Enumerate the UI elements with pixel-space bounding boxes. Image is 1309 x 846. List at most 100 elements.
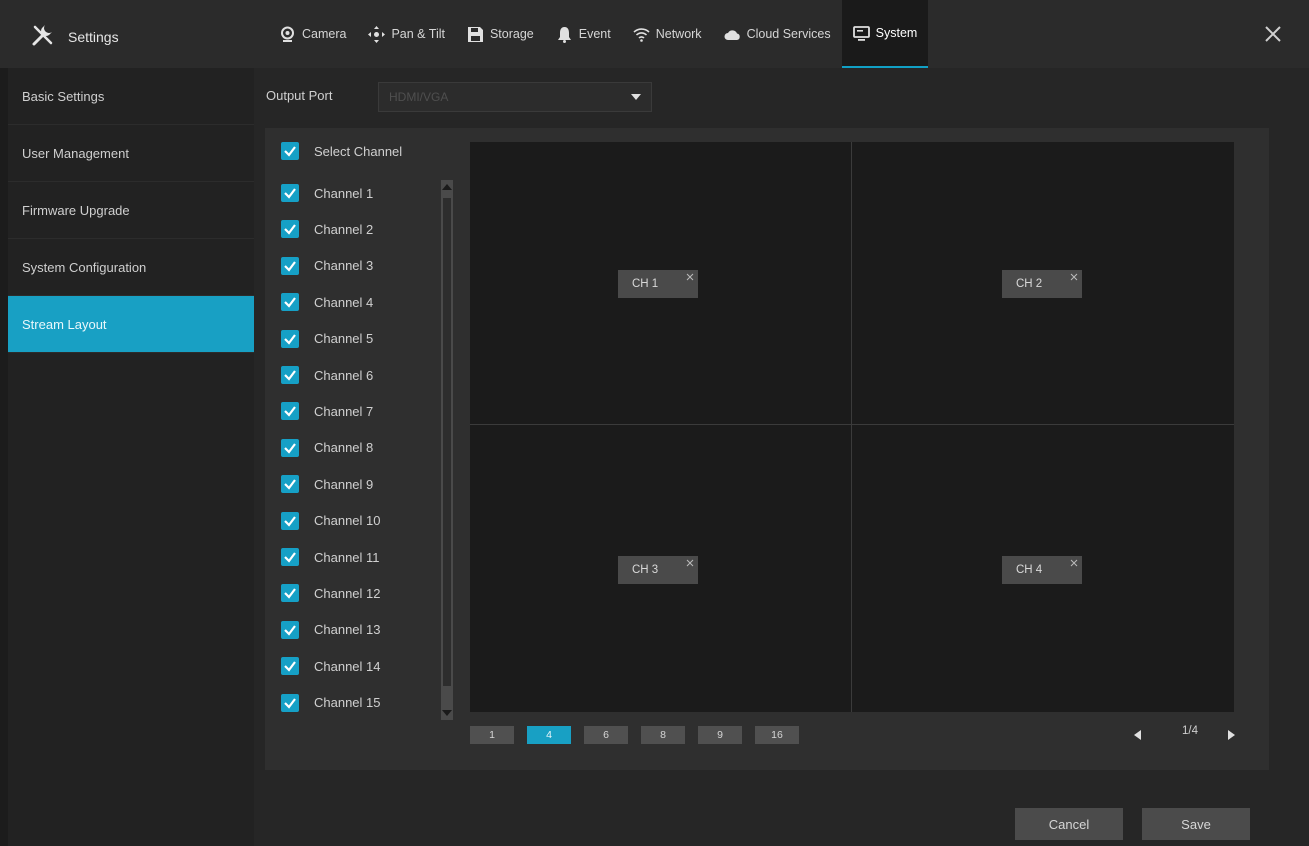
scrollbar-thumb[interactable] (443, 198, 451, 686)
channel-checkbox-row[interactable]: Channel 7 (281, 402, 373, 421)
layout-button[interactable]: 8 (641, 726, 685, 744)
close-icon[interactable] (686, 559, 694, 567)
channel-label: Channel 6 (314, 367, 374, 383)
channel-list-scrollbar[interactable] (441, 180, 453, 720)
next-page-icon[interactable] (1228, 730, 1235, 740)
layout-button[interactable]: 6 (584, 726, 628, 744)
tools-icon (30, 22, 56, 51)
sidebar-item-system-configuration[interactable]: System Configuration (8, 239, 254, 296)
sidebar-item-firmware-upgrade[interactable]: Firmware Upgrade (8, 182, 254, 239)
tab-system[interactable]: System (841, 0, 929, 68)
sidebar-item-label: Basic Settings (22, 88, 105, 104)
channel-checkbox-row[interactable]: Channel 11 (281, 548, 380, 566)
channel-label: Channel 2 (314, 221, 374, 237)
tab-camera[interactable]: Camera (268, 0, 357, 68)
checkbox-checked-icon (281, 142, 299, 160)
checkbox-checked-icon (281, 584, 299, 603)
tab-cloud-services-label: Cloud Services (746, 27, 831, 41)
channel-checkbox-row[interactable]: Channel 6 (281, 366, 373, 384)
save-button[interactable]: Save (1142, 808, 1250, 840)
channel-checkbox-row[interactable]: Channel 15 (281, 693, 381, 712)
tab-camera-label: Camera (302, 27, 347, 41)
sidebar-item-label: System Configuration (22, 259, 147, 275)
sidebar-item-label: Stream Layout (22, 316, 107, 332)
scroll-down-icon[interactable] (442, 710, 452, 716)
top-bar: Settings Camera Pan & Tilt Storage Event… (0, 0, 1309, 68)
channel-checkbox-row[interactable]: Channel 12 (281, 584, 381, 603)
select-channel-checkbox[interactable]: Select Channel (281, 142, 402, 160)
tab-storage[interactable]: Storage (456, 0, 545, 68)
close-icon[interactable] (1070, 273, 1078, 281)
checkbox-checked-icon (281, 475, 299, 494)
page-indicator: 1/4 (1182, 725, 1198, 737)
sidebar-item-user-management[interactable]: User Management (8, 125, 254, 182)
event-icon (557, 26, 571, 43)
select-channel-label: Select Channel (314, 143, 403, 159)
checkbox-checked-icon (281, 293, 299, 312)
channel-checkbox-row[interactable]: Channel 1 (281, 184, 373, 202)
channel-label: Channel 10 (314, 513, 381, 529)
channel-label: Channel 14 (314, 658, 381, 674)
channel-label: Channel 12 (314, 585, 381, 601)
cancel-button[interactable]: Cancel (1015, 808, 1123, 840)
channel-checkbox-row[interactable]: Channel 10 (281, 511, 381, 530)
output-port-label: Output Port (266, 88, 333, 103)
layout-button[interactable]: 9 (698, 726, 742, 744)
camera-icon (281, 26, 294, 42)
sidebar-item-stream-layout[interactable]: Stream Layout (8, 296, 254, 353)
tab-pan-tilt[interactable]: Pan & Tilt (357, 0, 456, 68)
cloud-icon (724, 29, 740, 40)
channel-checkbox-row[interactable]: Channel 5 (281, 329, 374, 348)
tab-event[interactable]: Event (545, 0, 622, 68)
checkbox-checked-icon (281, 548, 299, 566)
channel-label: Channel 5 (314, 331, 374, 347)
grid-channel-label: CH 1 (632, 278, 659, 290)
tab-network[interactable]: Network (622, 0, 713, 68)
grid-channel-label: CH 2 (1016, 278, 1043, 290)
layout-pager: 1 4 6 8 9 16 1/4 (470, 724, 1270, 754)
channel-label: Channel 13 (314, 622, 381, 638)
checkbox-checked-icon (281, 402, 299, 421)
checkbox-checked-icon (281, 438, 299, 457)
settings-title: Settings (68, 28, 119, 45)
system-icon (852, 25, 870, 41)
channel-label: Channel 3 (314, 258, 374, 274)
grid-channel-label: CH 4 (1016, 564, 1043, 576)
grid-channel-tag[interactable]: CH 4 (1002, 556, 1082, 584)
tab-system-label: System (875, 26, 918, 40)
tab-pan-tilt-label: Pan & Tilt (391, 27, 445, 41)
close-icon (1265, 26, 1281, 42)
network-icon (633, 27, 650, 42)
channel-checkbox-row[interactable]: Channel 3 (281, 256, 374, 275)
scroll-up-icon[interactable] (442, 184, 452, 190)
close-icon[interactable] (686, 273, 694, 281)
grid-channel-tag[interactable]: CH 1 (618, 270, 698, 298)
layout-button[interactable]: 4 (527, 726, 571, 744)
channel-checkbox-row[interactable]: Channel 14 (281, 657, 381, 676)
channel-checkbox-row[interactable]: Channel 13 (281, 620, 381, 639)
sidebar-item-basic-settings[interactable]: Basic Settings (8, 68, 254, 125)
channel-checkbox-row[interactable]: Channel 8 (281, 438, 373, 457)
checkbox-checked-icon (281, 511, 299, 530)
checkbox-checked-icon (281, 366, 299, 384)
layout-preview-grid: CH 1 CH 2 CH 3 CH 4 (470, 142, 1234, 712)
tab-cloud-services[interactable]: Cloud Services (713, 0, 842, 68)
channel-checkbox-row[interactable]: Channel 9 (281, 475, 373, 494)
chevron-down-icon (631, 94, 641, 100)
layout-button[interactable]: 16 (755, 726, 799, 744)
sidebar-item-label: User Management (22, 145, 129, 161)
output-port-select[interactable]: HDMI/VGA (378, 82, 652, 112)
close-button[interactable] (1261, 22, 1285, 46)
channel-checkbox-row[interactable]: Channel 4 (281, 293, 373, 312)
tab-event-label: Event (578, 27, 611, 41)
channel-checkbox-row[interactable]: Channel 2 (281, 220, 374, 239)
tab-storage-label: Storage (489, 27, 534, 41)
layout-button[interactable]: 1 (470, 726, 514, 744)
checkbox-checked-icon (281, 329, 299, 348)
grid-channel-tag[interactable]: CH 3 (618, 556, 698, 584)
prev-page-icon[interactable] (1134, 730, 1141, 740)
close-icon[interactable] (1070, 559, 1078, 567)
channel-label: Channel 15 (314, 695, 381, 711)
grid-channel-tag[interactable]: CH 2 (1002, 270, 1082, 298)
sidebar-item-label: Firmware Upgrade (22, 202, 130, 218)
